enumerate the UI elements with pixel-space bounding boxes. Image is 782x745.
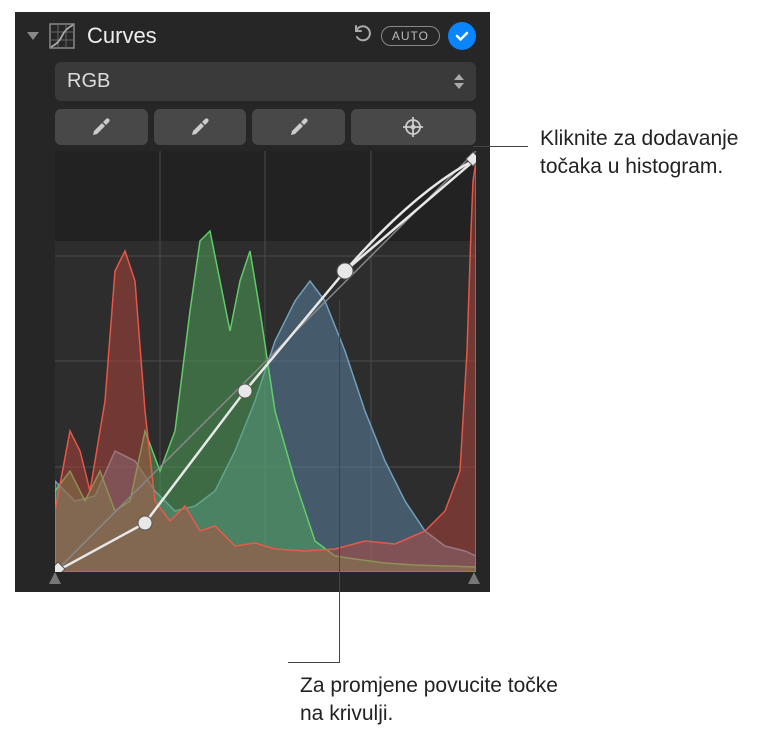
callout-leader-line <box>473 146 528 147</box>
callout-leader-line <box>339 300 340 662</box>
add-point-button[interactable] <box>351 109 476 145</box>
panel-header: Curves AUTO <box>15 12 490 58</box>
curves-icon <box>49 23 75 49</box>
curves-panel: Curves AUTO RGB <box>15 12 490 592</box>
channel-select[interactable]: RGB <box>55 62 476 101</box>
black-point-slider[interactable] <box>47 570 63 586</box>
reset-icon[interactable] <box>351 22 373 50</box>
panel-title: Curves <box>87 23 157 49</box>
callout-drag-points: Za promjene povucite točke na krivulji. <box>300 672 580 729</box>
channel-selected-label: RGB <box>67 70 110 93</box>
curves-histogram[interactable] <box>55 151 476 572</box>
white-point-slider[interactable] <box>466 570 482 586</box>
eyedropper-toolbar <box>55 109 476 145</box>
gray-point-eyedropper-button[interactable] <box>154 109 247 145</box>
callout-leader-line <box>288 662 340 663</box>
enable-toggle[interactable] <box>448 22 476 50</box>
black-point-eyedropper-button[interactable] <box>55 109 148 145</box>
auto-button[interactable]: AUTO <box>381 26 440 46</box>
stepper-icon <box>454 74 464 89</box>
callout-add-points: Kliknite za dodavanje točaka u histogram… <box>540 125 780 182</box>
white-point-eyedropper-button[interactable] <box>252 109 345 145</box>
disclosure-triangle-icon[interactable] <box>27 32 39 40</box>
